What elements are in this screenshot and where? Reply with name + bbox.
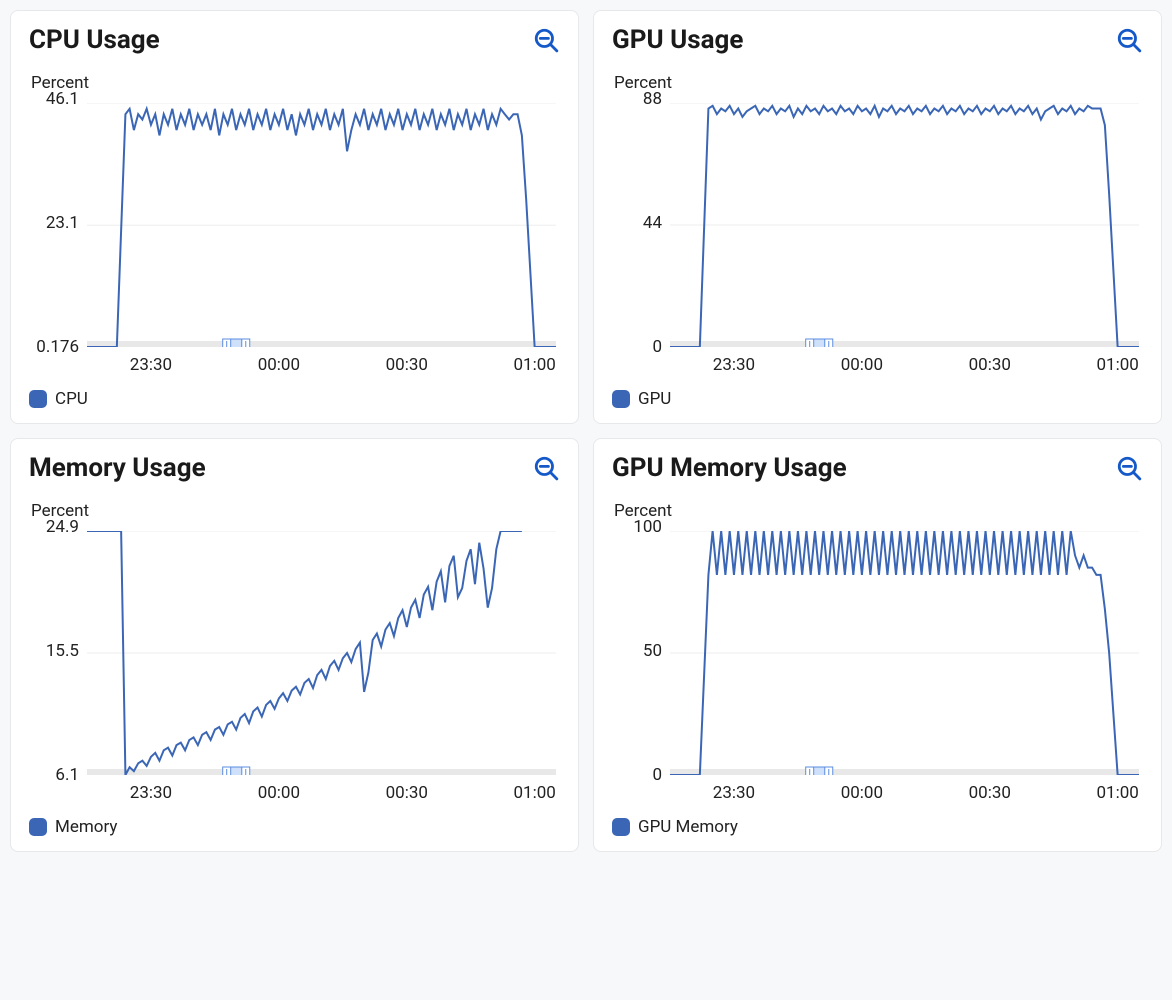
zoom-out-icon[interactable] — [532, 26, 560, 54]
panel-cpu: CPU Usage Percent 46.1 23.1 0.176 23:30 00:… — [10, 10, 579, 424]
legend-label: GPU — [638, 389, 671, 409]
y-axis-label: Percent — [31, 501, 560, 521]
legend-label: Memory — [55, 817, 117, 837]
y-tick-label: 46.1 — [29, 89, 79, 109]
y-tick-label: 100 — [612, 517, 662, 537]
panel-title: GPU Memory Usage — [612, 453, 847, 483]
y-tick-label: 0.176 — [29, 337, 79, 357]
y-tick-label: 23.1 — [29, 213, 79, 233]
y-tick-label: 0 — [612, 337, 662, 357]
panel-title: GPU Usage — [612, 25, 743, 55]
y-tick-label: 6.1 — [29, 765, 79, 785]
chart-area[interactable]: 100500 23:3000:0000:3001:00 — [612, 527, 1143, 807]
panel-title: CPU Usage — [29, 25, 160, 55]
panel-gpumem: GPU Memory Usage Percent 100 50 0 23:30 00:… — [593, 438, 1162, 852]
x-tick-label: 01:00 — [1097, 783, 1139, 803]
legend[interactable]: CPU — [29, 389, 560, 409]
zoom-out-icon[interactable] — [532, 454, 560, 482]
chart-area[interactable]: 88440 23:3000:0000:3001:00 — [612, 99, 1143, 379]
x-tick-label: 00:30 — [386, 355, 428, 375]
panel-title: Memory Usage — [29, 453, 206, 483]
x-tick-label: 00:00 — [258, 783, 300, 803]
y-tick-label: 15.5 — [29, 641, 79, 661]
legend[interactable]: Memory — [29, 817, 560, 837]
x-tick-label: 00:00 — [258, 355, 300, 375]
x-tick-label: 00:30 — [969, 783, 1011, 803]
zoom-out-icon[interactable] — [1115, 454, 1143, 482]
x-tick-label: 01:00 — [514, 783, 556, 803]
y-axis-label: Percent — [31, 73, 560, 93]
y-tick-label: 24.9 — [29, 517, 79, 537]
y-axis-label: Percent — [614, 73, 1143, 93]
zoom-out-icon[interactable] — [1115, 26, 1143, 54]
y-tick-label: 44 — [612, 213, 662, 233]
chart-area[interactable]: 24.915.56.1 23:3000:0000:3001:00 — [29, 527, 560, 807]
legend-label: GPU Memory — [638, 817, 738, 837]
y-tick-label: 88 — [612, 89, 662, 109]
legend[interactable]: GPU — [612, 389, 1143, 409]
y-axis-label: Percent — [614, 501, 1143, 521]
x-tick-label: 23:30 — [130, 783, 172, 803]
x-tick-label: 00:00 — [841, 355, 883, 375]
legend-swatch — [29, 818, 47, 836]
legend[interactable]: GPU Memory — [612, 817, 1143, 837]
legend-label: CPU — [55, 389, 88, 409]
dashboard-grid: CPU Usage Percent 46.1 23.1 0.176 23:30 00:… — [0, 0, 1172, 862]
x-tick-label: 00:30 — [969, 355, 1011, 375]
x-tick-label: 23:30 — [130, 355, 172, 375]
panel-mem: Memory Usage Percent 24.9 15.5 6.1 23:30 00… — [10, 438, 579, 852]
y-tick-label: 50 — [612, 641, 662, 661]
y-tick-label: 0 — [612, 765, 662, 785]
legend-swatch — [29, 390, 47, 408]
x-tick-label: 23:30 — [713, 355, 755, 375]
chart-area[interactable]: 46.123.10.176 23:3000:0000:3001:00 — [29, 99, 560, 379]
legend-swatch — [612, 390, 630, 408]
x-tick-label: 00:00 — [841, 783, 883, 803]
x-tick-label: 01:00 — [514, 355, 556, 375]
panel-gpu: GPU Usage Percent 88 44 0 23:30 00:00 00:30 0… — [593, 10, 1162, 424]
x-tick-label: 00:30 — [386, 783, 428, 803]
x-tick-label: 23:30 — [713, 783, 755, 803]
x-tick-label: 01:00 — [1097, 355, 1139, 375]
legend-swatch — [612, 818, 630, 836]
